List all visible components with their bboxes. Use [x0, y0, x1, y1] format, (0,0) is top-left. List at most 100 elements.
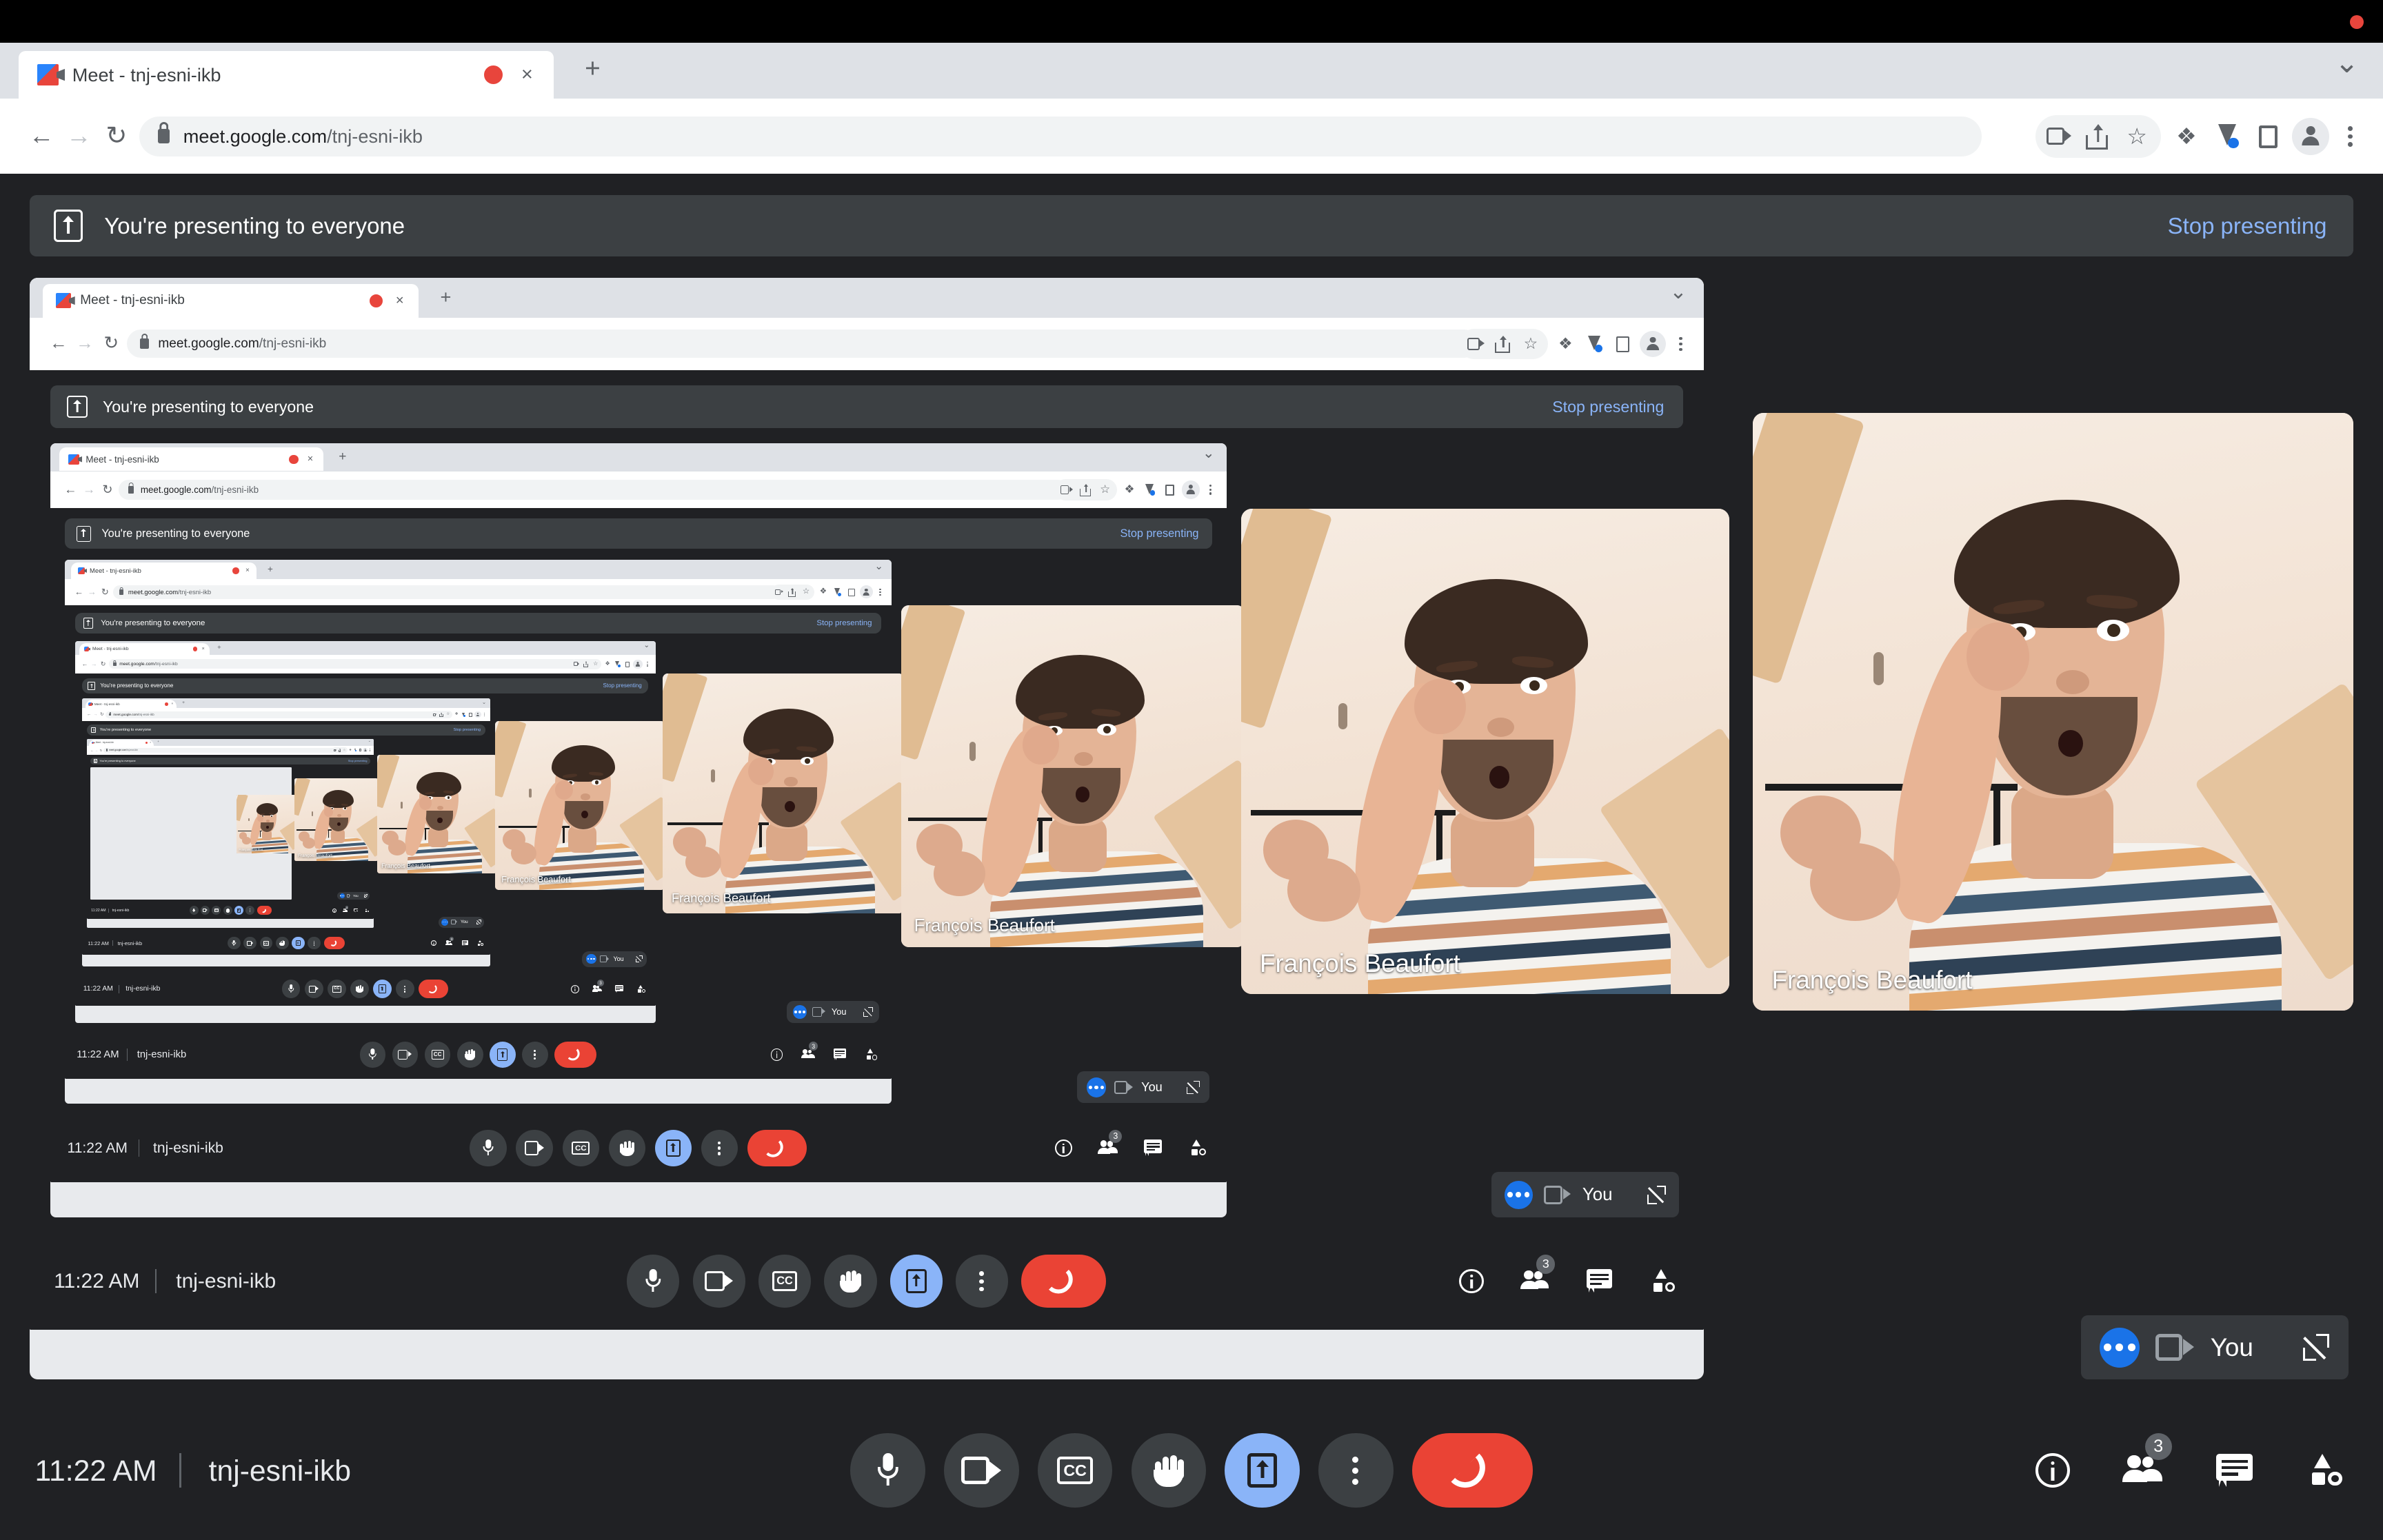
tab-search-chevron-icon[interactable]: ⌄ [1668, 281, 1689, 303]
stop-presenting-button[interactable]: Stop presenting [2140, 195, 2354, 257]
side-panel-icon[interactable] [1611, 332, 1634, 355]
chrome-menu-icon[interactable] [1671, 332, 1690, 355]
more-options-button[interactable] [308, 936, 321, 950]
activities-button[interactable] [636, 983, 647, 995]
participant-tile[interactable]: François Beaufort [376, 754, 496, 873]
share-icon[interactable] [583, 661, 590, 668]
address-bar[interactable]: meet.google.com/tnj-esni-ikb [103, 747, 336, 753]
side-panel-icon[interactable] [846, 587, 857, 598]
extensions-puzzle-icon[interactable]: ❖ [817, 586, 829, 598]
self-view-pill[interactable]: You [581, 951, 647, 967]
leave-call-button[interactable] [1411, 1432, 1533, 1508]
present-now-button[interactable] [292, 936, 305, 950]
meeting-details-button[interactable] [769, 1046, 785, 1063]
meeting-details-button[interactable] [570, 983, 581, 995]
present-now-button[interactable] [373, 980, 392, 998]
address-bar[interactable]: meet.google.com/tnj-esni-ikb [105, 711, 436, 718]
side-panel-icon[interactable] [623, 660, 631, 668]
chrome-menu-icon[interactable] [368, 748, 372, 752]
self-view-pill[interactable]: You [337, 891, 370, 900]
more-options-icon[interactable] [793, 1004, 807, 1019]
video-camera-icon[interactable] [333, 749, 337, 752]
video-camera-icon[interactable] [1060, 483, 1074, 496]
present-now-button[interactable] [889, 1255, 943, 1308]
microphone-button[interactable] [189, 906, 199, 915]
chrome-menu-icon[interactable] [483, 712, 487, 718]
tab-recording-icon[interactable] [370, 294, 383, 307]
stop-presenting-button[interactable]: Stop presenting [1107, 518, 1212, 549]
new-tab-button[interactable]: + [578, 56, 607, 83]
show-everyone-button[interactable]: 3 [801, 1041, 818, 1063]
leave-call-button[interactable] [1021, 1255, 1107, 1308]
tab-recording-icon[interactable] [289, 454, 299, 464]
labs-beaker-icon[interactable] [614, 660, 621, 668]
profile-avatar-icon[interactable] [363, 747, 368, 753]
microphone-button[interactable] [850, 1432, 925, 1508]
tab-search-chevron-icon[interactable]: ⌄ [481, 699, 486, 705]
side-panel-icon[interactable] [467, 712, 473, 718]
share-icon[interactable] [439, 712, 443, 717]
participant-tile[interactable]: François Beaufort [1753, 413, 2354, 1011]
extensions-puzzle-icon[interactable]: ❖ [1554, 332, 1578, 356]
tab-search-chevron-icon[interactable]: ⌄ [874, 561, 884, 572]
meeting-details-button[interactable] [332, 908, 337, 913]
profile-avatar-icon[interactable] [1640, 330, 1667, 357]
forward-button[interactable]: → [93, 712, 98, 717]
tab-search-chevron-icon[interactable]: ⌄ [2332, 48, 2362, 78]
reload-button[interactable]: ↻ [99, 712, 104, 717]
profile-avatar-icon[interactable] [633, 659, 643, 669]
labs-beaker-icon[interactable] [832, 587, 843, 598]
chat-button[interactable] [2212, 1446, 2258, 1495]
extensions-puzzle-icon[interactable]: ❖ [2169, 119, 2204, 154]
profile-avatar-icon[interactable] [2292, 117, 2330, 155]
address-bar[interactable]: meet.google.com/tnj-esni-ikb [112, 585, 781, 599]
share-icon[interactable] [1080, 483, 1092, 496]
forward-button[interactable]: → [94, 749, 98, 752]
raise-hand-button[interactable] [275, 936, 289, 950]
present-now-button[interactable] [234, 906, 244, 915]
new-tab-button[interactable]: + [216, 645, 223, 651]
participant-tile[interactable]: François Beaufort [901, 605, 1245, 947]
captions-button[interactable]: CC [424, 1041, 451, 1068]
present-now-button[interactable] [1225, 1432, 1300, 1508]
chrome-menu-icon[interactable] [1204, 482, 1217, 498]
tab-close-button[interactable]: × [392, 293, 408, 307]
captions-button[interactable]: CC [1037, 1432, 1113, 1508]
back-button[interactable]: ← [27, 121, 57, 151]
browser-tab[interactable]: Meet - tnj-esni-ikb × [89, 740, 154, 746]
camera-button[interactable] [243, 936, 257, 950]
more-options-icon[interactable] [1504, 1180, 1533, 1209]
tab-close-button[interactable]: × [516, 64, 538, 85]
leave-call-button[interactable] [419, 980, 448, 998]
new-tab-button[interactable]: + [335, 450, 350, 463]
browser-tab[interactable]: Meet - tnj-esni-ikb × [85, 700, 177, 709]
address-bar[interactable]: meet.google.com/tnj-esni-ikb [108, 659, 578, 669]
tab-recording-icon[interactable] [232, 567, 239, 574]
captions-button[interactable]: CC [758, 1255, 812, 1308]
chat-button[interactable] [614, 983, 625, 995]
chrome-menu-icon[interactable] [2337, 121, 2364, 153]
camera-button[interactable] [944, 1432, 1019, 1508]
raise-hand-button[interactable] [608, 1129, 646, 1167]
chat-button[interactable] [353, 908, 359, 913]
expand-icon[interactable] [636, 955, 643, 962]
bookmark-star-icon[interactable]: ☆ [1098, 483, 1112, 496]
video-camera-icon[interactable] [573, 661, 580, 667]
reload-button[interactable]: ↻ [100, 483, 114, 497]
tab-close-button[interactable]: × [149, 741, 152, 744]
activities-button[interactable] [1647, 1264, 1679, 1298]
self-view-pill[interactable]: You [438, 916, 485, 928]
raise-hand-button[interactable] [223, 906, 232, 915]
self-view-pill[interactable]: You [1077, 1071, 1209, 1104]
show-everyone-button[interactable]: 3 [445, 936, 454, 947]
leave-call-button[interactable] [554, 1041, 596, 1068]
tab-search-chevron-icon[interactable]: ⌄ [643, 642, 650, 649]
bookmark-star-icon[interactable]: ☆ [1521, 334, 1540, 353]
chat-button[interactable] [461, 939, 468, 947]
labs-beaker-icon[interactable] [1142, 482, 1158, 498]
camera-button[interactable] [516, 1129, 554, 1167]
share-icon[interactable] [1495, 334, 1512, 354]
show-everyone-button[interactable]: 3 [1520, 1255, 1556, 1298]
show-everyone-button[interactable]: 3 [592, 980, 604, 995]
leave-call-button[interactable] [323, 936, 345, 950]
